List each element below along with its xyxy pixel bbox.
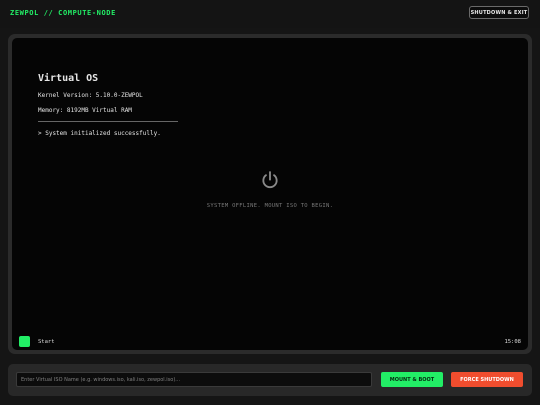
divider <box>38 121 178 122</box>
top-bar: ZEWPOL // COMPUTE-NODE SHUTDOWN & EXIT <box>0 0 540 28</box>
taskbar-clock: 15:08 <box>504 339 521 345</box>
app-title: ZEWPOL // COMPUTE-NODE <box>10 9 116 17</box>
offline-message: SYSTEM OFFLINE. MOUNT ISO TO BEGIN. <box>206 203 334 209</box>
boot-info: Virtual OS Kernel Version: 5.10.0-ZEWPOL… <box>38 73 178 137</box>
iso-name-input[interactable] <box>16 372 372 387</box>
os-title: Virtual OS <box>38 73 99 84</box>
kernel-version: Kernel Version: 5.10.0-ZEWPOL <box>38 92 143 99</box>
shutdown-exit-button[interactable]: SHUTDOWN & EXIT <box>469 6 529 19</box>
system-status: > System initialized successfully. <box>38 130 161 137</box>
force-shutdown-button[interactable]: FORCE SHUTDOWN <box>451 372 523 387</box>
control-bar: MOUNT & BOOT FORCE SHUTDOWN <box>8 364 532 396</box>
start-button[interactable] <box>19 336 30 347</box>
mount-boot-button[interactable]: MOUNT & BOOT <box>381 372 443 387</box>
start-label[interactable]: Start <box>38 339 55 345</box>
virtual-screen: Virtual OS Kernel Version: 5.10.0-ZEWPOL… <box>12 38 528 350</box>
power-icon <box>262 171 278 189</box>
memory-info: Memory: 8192MB Virtual RAM <box>38 107 132 114</box>
virtual-monitor: Virtual OS Kernel Version: 5.10.0-ZEWPOL… <box>8 34 532 354</box>
